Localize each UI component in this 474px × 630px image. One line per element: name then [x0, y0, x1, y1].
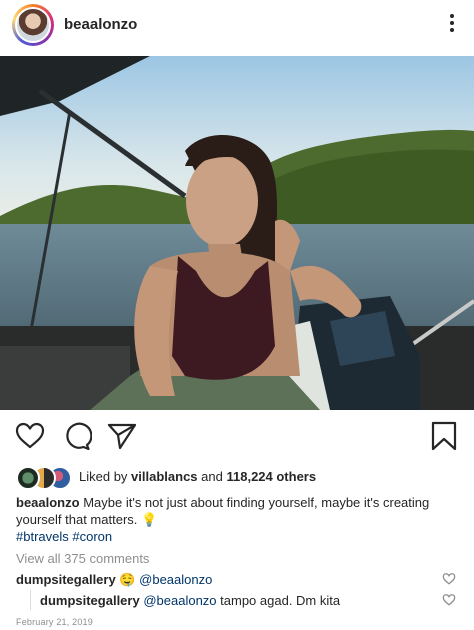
hashtags[interactable]: #btravels #coron	[16, 529, 112, 544]
comment-emoji: 🤤	[119, 572, 136, 587]
comment-reply-row: dumpsitegallery @beaalonzo tampo agad. D…	[40, 593, 340, 608]
likes-text: Liked by villablancs and 118,224 others	[79, 469, 316, 484]
reply-thread-line	[30, 590, 31, 610]
comment-icon[interactable]	[60, 420, 93, 452]
comment-text: tampo agad. Dm kita	[220, 593, 341, 608]
more-vertical-icon[interactable]	[448, 14, 456, 36]
liked-by-user[interactable]: villablancs	[131, 469, 197, 484]
comment-username[interactable]: dumpsitegallery	[40, 593, 140, 608]
view-all-comments-link[interactable]: View all 375 comments	[16, 551, 149, 566]
likes-count[interactable]: 118,224 others	[226, 469, 316, 484]
caption-emoji: 💡	[141, 512, 158, 527]
post-date: February 21, 2019	[16, 617, 93, 627]
liker-avatar	[16, 466, 40, 490]
author-avatar[interactable]	[12, 4, 54, 46]
caption: beaalonzo Maybe it's not just about find…	[16, 494, 456, 528]
post-header: beaalonzo	[0, 0, 474, 50]
likes-and: and	[201, 469, 223, 484]
avatar-image	[15, 7, 51, 43]
likes-row[interactable]: Liked by villablancs and 118,224 others	[16, 466, 466, 490]
caption-username[interactable]: beaalonzo	[16, 495, 80, 510]
liked-by-prefix: Liked by	[79, 469, 128, 484]
heart-icon[interactable]	[442, 572, 456, 586]
comment-mention[interactable]: @beaalonzo	[143, 593, 216, 608]
bookmark-icon[interactable]	[428, 420, 460, 452]
heart-icon[interactable]	[14, 420, 46, 452]
comment-username[interactable]: dumpsitegallery	[16, 572, 116, 587]
author-username[interactable]: beaalonzo	[64, 16, 137, 33]
action-bar	[0, 418, 474, 458]
comment-mention[interactable]: @beaalonzo	[139, 572, 212, 587]
comment-row: dumpsitegallery 🤤 @beaalonzo	[16, 572, 212, 588]
post-photo[interactable]	[0, 56, 474, 410]
heart-icon[interactable]	[442, 593, 456, 607]
share-icon[interactable]	[106, 420, 138, 452]
